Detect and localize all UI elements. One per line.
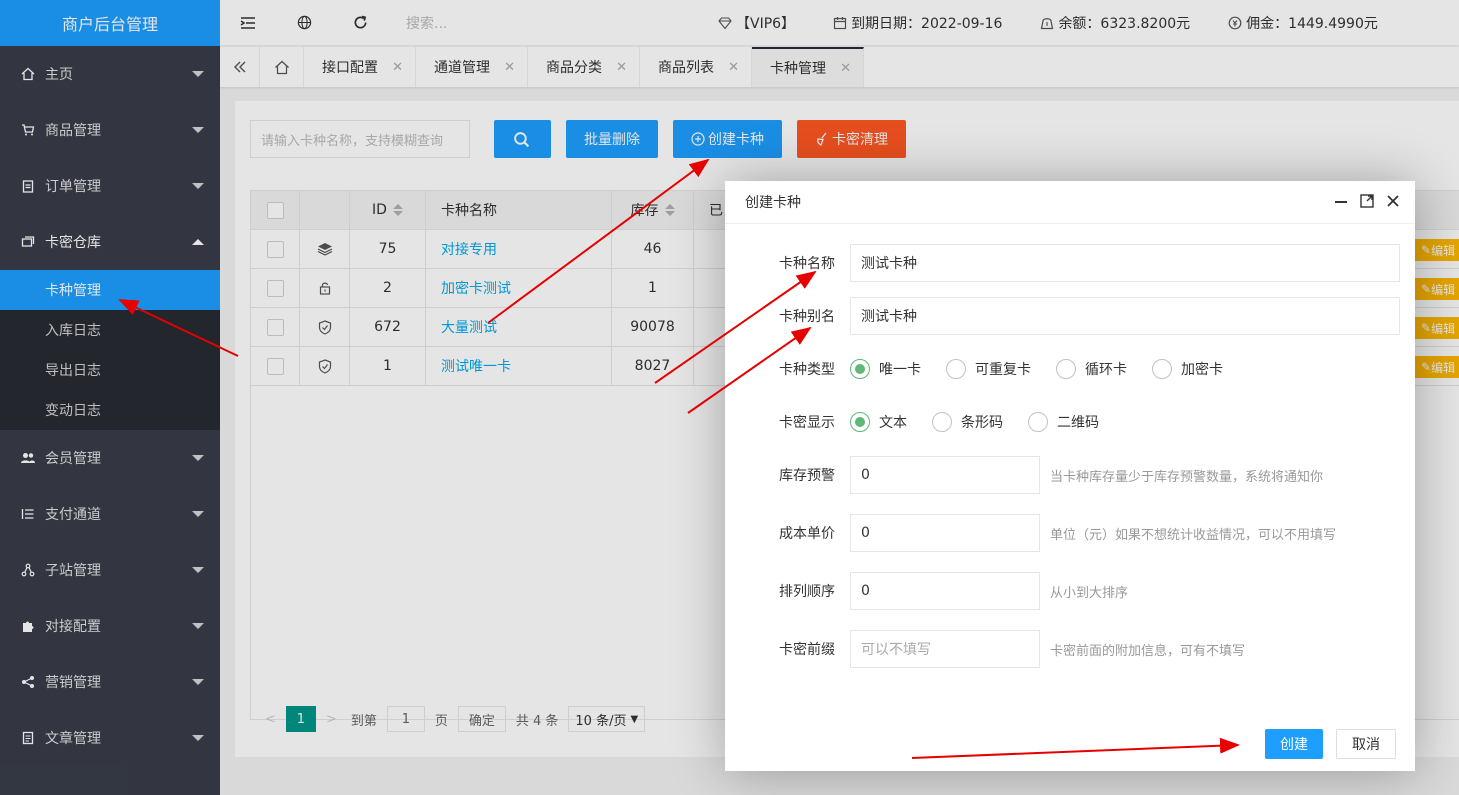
field-label: 排列顺序 bbox=[779, 584, 835, 600]
stock-warn-input[interactable]: 0 bbox=[850, 456, 1040, 494]
field-hint: 单位（元）如果不想统计收益情况，可以不用填写 bbox=[1050, 527, 1337, 543]
card-alias-input[interactable]: 测试卡种 bbox=[850, 297, 1400, 335]
radio-circle bbox=[1028, 412, 1048, 432]
radio-label: 条形码 bbox=[961, 415, 1003, 431]
card-name-input[interactable]: 测试卡种 bbox=[850, 244, 1400, 282]
row-card-display: 卡密显示 文本 条形码 二维码 bbox=[725, 412, 1109, 432]
radio-encrypted[interactable]: 加密卡 bbox=[1152, 359, 1223, 379]
radio-label: 二维码 bbox=[1057, 415, 1099, 431]
field-label: 卡种类型 bbox=[779, 362, 835, 378]
radio-circle-checked bbox=[850, 359, 870, 379]
dialog-controls bbox=[1333, 193, 1401, 209]
radio-label: 可重复卡 bbox=[975, 362, 1031, 378]
field-label: 卡种别名 bbox=[779, 309, 835, 325]
row-card-type: 卡种类型 唯一卡 可重复卡 循环卡 加密卡 bbox=[725, 359, 1233, 379]
radio-circle bbox=[1056, 359, 1076, 379]
radio-label: 加密卡 bbox=[1181, 362, 1223, 378]
radio-label: 唯一卡 bbox=[879, 362, 921, 378]
minimize-icon[interactable] bbox=[1333, 193, 1349, 209]
field-hint: 从小到大排序 bbox=[1050, 585, 1129, 601]
row-prefix: 卡密前缀 可以不填写 卡密前面的附加信息，可有不填写 bbox=[725, 630, 1245, 668]
radio-qrcode[interactable]: 二维码 bbox=[1028, 412, 1099, 432]
row-sort: 排列顺序 0 从小到大排序 bbox=[725, 572, 1128, 610]
radio-label: 文本 bbox=[879, 415, 907, 431]
radio-circle bbox=[1152, 359, 1172, 379]
field-label: 库存预警 bbox=[779, 468, 835, 484]
field-hint: 卡密前面的附加信息，可有不填写 bbox=[1050, 643, 1246, 659]
radio-circle-checked bbox=[850, 412, 870, 432]
radio-barcode[interactable]: 条形码 bbox=[932, 412, 1003, 432]
cost-input[interactable]: 0 bbox=[850, 514, 1040, 552]
maximize-icon[interactable] bbox=[1359, 193, 1375, 209]
sort-input[interactable]: 0 bbox=[850, 572, 1040, 610]
prefix-input[interactable]: 可以不填写 bbox=[850, 630, 1040, 668]
radio-repeatable[interactable]: 可重复卡 bbox=[946, 359, 1031, 379]
row-card-alias: 卡种别名 测试卡种 bbox=[725, 297, 1400, 335]
field-label: 卡种名称 bbox=[779, 256, 835, 272]
radio-circle bbox=[932, 412, 952, 432]
row-stock-warn: 库存预警 0 当卡种库存量少于库存预警数量，系统将通知你 bbox=[725, 456, 1323, 494]
radio-unique[interactable]: 唯一卡 bbox=[850, 359, 921, 379]
field-label: 成本单价 bbox=[779, 526, 835, 542]
create-card-dialog: 创建卡种 卡种名称 测试卡种 卡种别名 测试卡种 卡种类型 唯一卡 可重复卡 循… bbox=[725, 181, 1415, 771]
field-hint: 当卡种库存量少于库存预警数量，系统将通知你 bbox=[1050, 469, 1324, 485]
field-label: 卡密显示 bbox=[779, 415, 835, 431]
field-label: 卡密前缀 bbox=[779, 642, 835, 658]
radio-circle bbox=[946, 359, 966, 379]
radio-label: 循环卡 bbox=[1085, 362, 1127, 378]
row-card-name: 卡种名称 测试卡种 bbox=[725, 244, 1400, 282]
row-cost: 成本单价 0 单位（元）如果不想统计收益情况，可以不用填写 bbox=[725, 514, 1336, 552]
radio-text[interactable]: 文本 bbox=[850, 412, 907, 432]
radio-cyclic[interactable]: 循环卡 bbox=[1056, 359, 1127, 379]
create-button[interactable]: 创建 bbox=[1265, 729, 1323, 759]
dialog-title: 创建卡种 bbox=[725, 181, 1415, 224]
close-icon[interactable] bbox=[1385, 193, 1401, 209]
cancel-button[interactable]: 取消 bbox=[1336, 729, 1396, 759]
